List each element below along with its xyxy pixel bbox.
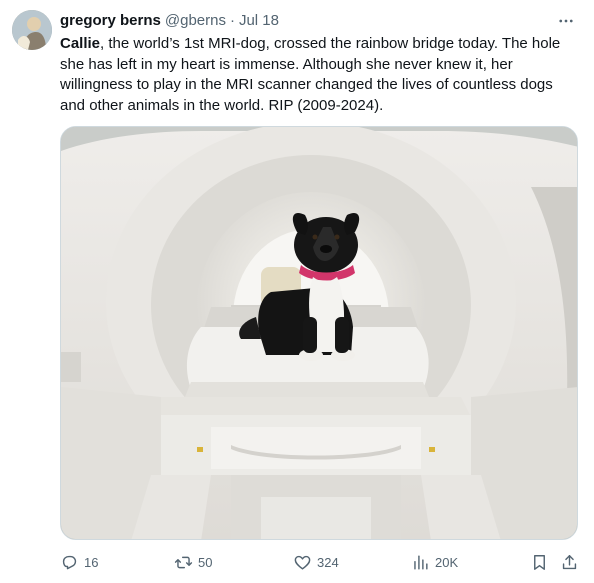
tweet[interactable]: gregory berns @gberns · Jul 18 Callie, t… — [0, 0, 594, 583]
views-button[interactable]: 20K — [411, 550, 458, 574]
heart-icon — [294, 555, 311, 570]
tweet-bold-lead: Callie — [60, 35, 101, 52]
views-count: 20K — [435, 554, 459, 570]
more-horizontal-icon — [559, 19, 573, 23]
retweet-icon — [174, 556, 193, 568]
share-icon — [562, 554, 577, 569]
reply-count: 16 — [84, 554, 99, 570]
views-chart-icon — [414, 554, 428, 570]
mri-dog-photo — [61, 127, 577, 539]
tweet-actions: 16 50 324 20K — [60, 550, 580, 574]
reply-icon — [62, 555, 77, 569]
share-button[interactable] — [560, 550, 579, 574]
like-count: 324 — [317, 554, 339, 570]
tweet-header: gregory berns @gberns · Jul 18 — [60, 11, 578, 31]
avatar-image — [12, 10, 52, 50]
retweet-button[interactable]: 50 — [174, 550, 212, 574]
more-options-button[interactable] — [554, 11, 578, 31]
tweet-photo[interactable] — [60, 126, 578, 540]
reply-button[interactable]: 16 — [60, 550, 98, 574]
bookmark-icon — [534, 554, 545, 570]
tweet-date[interactable]: Jul 18 — [239, 11, 279, 31]
separator-dot: · — [229, 12, 235, 29]
author-handle[interactable]: @gberns — [165, 11, 226, 31]
avatar[interactable] — [12, 10, 52, 50]
tweet-body: , the world’s 1st MRI-dog, crossed the r… — [60, 35, 561, 114]
bookmark-button[interactable] — [530, 550, 549, 574]
like-button[interactable]: 324 — [293, 550, 339, 574]
retweet-count: 50 — [198, 554, 213, 570]
author-name[interactable]: gregory berns — [60, 11, 161, 31]
tweet-text: Callie, the world’s 1st MRI-dog, crossed… — [60, 34, 580, 116]
